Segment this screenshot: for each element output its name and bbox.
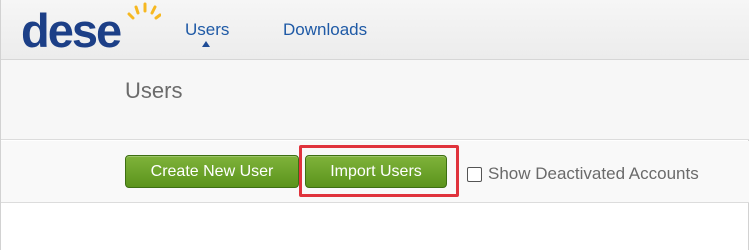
import-users-button[interactable]: Import Users: [305, 155, 447, 188]
app-frame: dese Users Downloads Users Create New Us…: [0, 0, 749, 250]
dese-logo[interactable]: dese: [21, 2, 161, 57]
page-title: Users: [125, 78, 183, 103]
show-deactivated-toggle[interactable]: Show Deactivated Accounts: [467, 164, 699, 184]
show-deactivated-label: Show Deactivated Accounts: [488, 164, 699, 183]
nav-users-link[interactable]: Users: [185, 20, 229, 40]
nav-downloads-link[interactable]: Downloads: [283, 20, 367, 40]
user-toolbar: Create New User Import Users Show Deacti…: [1, 141, 749, 203]
sun-rays-icon: [127, 2, 161, 20]
page-header: Users: [1, 60, 749, 140]
show-deactivated-checkbox[interactable]: [467, 166, 482, 182]
top-nav-bar: dese Users Downloads: [1, 0, 749, 60]
logo-text: dese: [21, 4, 122, 57]
active-nav-caret-icon: [202, 41, 210, 47]
create-new-user-button[interactable]: Create New User: [125, 155, 299, 188]
